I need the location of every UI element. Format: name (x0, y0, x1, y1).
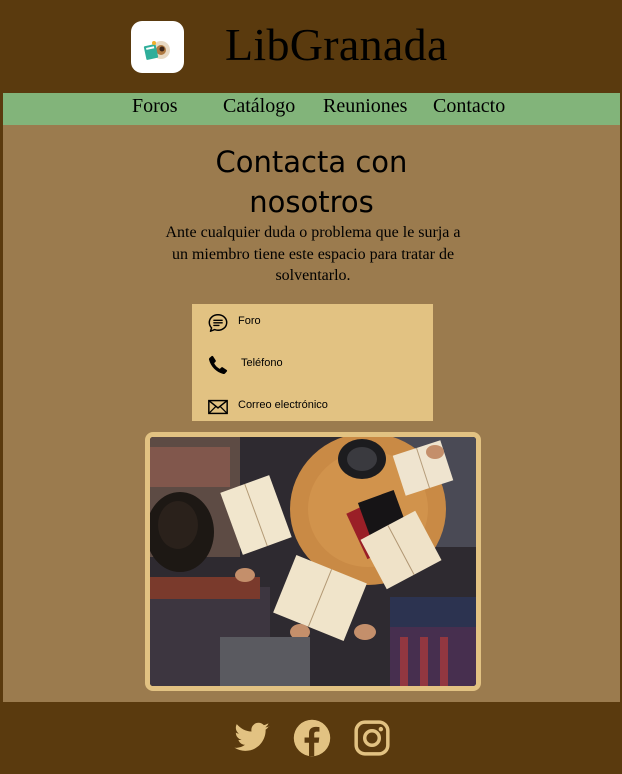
nav-reuniones[interactable]: Reuniones (323, 95, 407, 118)
book-reader-icon (143, 41, 170, 60)
page-title-line2: nosotros (249, 185, 374, 219)
main-nav: Foros Catálogo Reuniones Contacto (3, 93, 620, 125)
contact-telefono-label: Teléfono (241, 357, 283, 369)
reading-group-photo (145, 432, 481, 691)
instagram-icon (354, 720, 390, 756)
page: LibGranada Foros Catálogo Reuniones Cont… (3, 2, 620, 772)
phone-icon (208, 355, 228, 375)
facebook-icon (293, 719, 331, 757)
site-header: LibGranada (3, 2, 620, 93)
logo[interactable] (131, 21, 184, 73)
instagram-link[interactable] (353, 719, 391, 757)
contact-correo-label: Correo electrónico (238, 399, 328, 411)
page-title-line1: Contacta con (215, 145, 408, 179)
chat-bubble-icon (208, 314, 228, 332)
nav-contacto[interactable]: Contacto (433, 95, 505, 118)
site-footer (3, 702, 620, 772)
facebook-link[interactable] (293, 719, 331, 757)
mail-icon (208, 399, 228, 415)
site-title: LibGranada (225, 19, 448, 70)
contact-options: Foro Teléfono Correo electrónico (192, 304, 433, 421)
contact-foro-label: Foro (238, 315, 261, 327)
contact-telefono[interactable]: Teléfono (192, 348, 433, 382)
reading-group-image (150, 437, 476, 686)
nav-catalogo[interactable]: Catálogo (223, 95, 295, 118)
contact-foro[interactable]: Foro (192, 306, 433, 340)
intro-text: Ante cualquier duda o problema que le su… (165, 224, 461, 284)
nav-foros[interactable]: Foros (132, 95, 178, 118)
twitter-link[interactable] (233, 719, 271, 757)
contact-correo[interactable]: Correo electrónico (192, 390, 433, 424)
twitter-icon (234, 722, 270, 751)
